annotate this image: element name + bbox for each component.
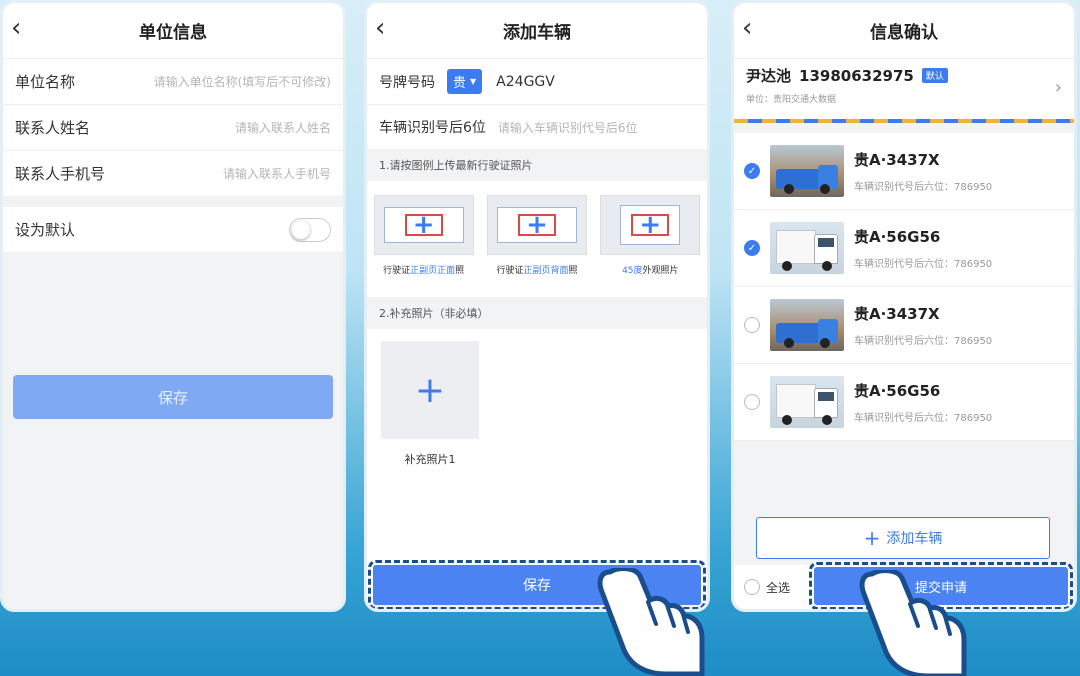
chevron-down-icon: ▼ xyxy=(470,77,477,86)
plate-input[interactable]: A24GGV xyxy=(496,74,555,90)
add-vehicle-screen: ‹ 添加车辆 号牌号码 贵 ▼ A24GGV 车辆识别号后6位 请输入车辆识别代… xyxy=(364,0,710,612)
unit-info-screen: ‹ 单位信息 单位名称 请输入单位名称(填写后不可修改) 联系人姓名 请输入联系… xyxy=(0,0,346,612)
license-section-title: 1.请按图例上传最新行驶证照片 xyxy=(367,149,707,181)
address-stripe xyxy=(734,119,1074,123)
extra-photo-area: + 补充照片1 xyxy=(367,329,707,603)
vehicle-vin: 车辆识别代号后六位：786950 xyxy=(854,182,993,193)
truck-thumbnail xyxy=(770,222,844,274)
vehicle-item[interactable]: 贵A·3437X 车辆识别代号后六位：786950 xyxy=(734,287,1074,364)
truck-thumbnail xyxy=(770,299,844,351)
unit-name-input[interactable]: 请输入单位名称(填写后不可修改) xyxy=(154,73,331,90)
vin-input[interactable]: 请输入车辆识别代号后6位 xyxy=(498,119,638,136)
save-button[interactable]: 保存 xyxy=(13,375,333,419)
upload-license-back[interactable]: + 行驶证正副页背面照 xyxy=(486,195,587,297)
back-icon[interactable]: ‹ xyxy=(11,13,21,43)
vehicle-checkbox[interactable] xyxy=(744,317,760,333)
back-icon[interactable]: ‹ xyxy=(375,13,385,43)
info-confirm-screen: ‹ 信息确认 尹达池 13980632975 默认 单位：贵阳交通大数据 › ✓… xyxy=(731,0,1077,612)
vehicle-checkbox[interactable]: ✓ xyxy=(744,240,760,256)
plus-icon: + xyxy=(414,369,446,411)
vin-label: 车辆识别号后6位 xyxy=(379,120,486,136)
vehicle-plate: 贵A·3437X xyxy=(854,305,940,323)
upload-license-front[interactable]: + 行驶证正副页正面照 xyxy=(373,195,474,297)
default-label: 设为默认 xyxy=(15,221,76,239)
add-vehicle-header: ‹ 添加车辆 xyxy=(367,3,707,59)
add-extra-photo-button[interactable]: + xyxy=(381,341,479,439)
vehicle-plate: 贵A·56G56 xyxy=(854,228,941,246)
user-name: 尹达池 xyxy=(746,67,792,85)
user-unit: 单位：贵阳交通大数据 xyxy=(746,95,837,105)
default-setting-row: 设为默认 xyxy=(3,207,343,253)
province-value: 贵 xyxy=(453,76,467,91)
vehicle-item[interactable]: 贵A·56G56 车辆识别代号后六位：786950 xyxy=(734,364,1074,441)
license-upload-area: + 行驶证正副页正面照 + 行驶证正副页背面照 + 45度外观照片 xyxy=(367,181,707,297)
add-vehicle-button[interactable]: + 添加车辆 xyxy=(756,517,1050,559)
contact-phone-field[interactable]: 联系人手机号 请输入联系人手机号 xyxy=(3,151,343,197)
vehicle-plate: 贵A·56G56 xyxy=(854,382,941,400)
add-vehicle-label: 添加车辆 xyxy=(886,531,943,547)
truck-thumbnail xyxy=(770,145,844,197)
tap-hand-icon xyxy=(859,570,967,676)
plus-icon: + xyxy=(526,210,548,240)
province-select[interactable]: 贵 ▼ xyxy=(447,69,483,94)
page-title: 信息确认 xyxy=(870,23,938,43)
contact-name-field[interactable]: 联系人姓名 请输入联系人姓名 xyxy=(3,105,343,151)
vin-field: 车辆识别号后6位 请输入车辆识别代号后6位 xyxy=(367,105,707,149)
select-all-checkbox[interactable] xyxy=(744,579,760,595)
plate-label: 号牌号码 xyxy=(379,74,435,91)
plate-number-field: 号牌号码 贵 ▼ A24GGV xyxy=(367,59,707,105)
contact-phone-input[interactable]: 请输入联系人手机号 xyxy=(223,165,331,182)
default-toggle[interactable] xyxy=(289,217,331,242)
vehicle-item[interactable]: ✓ 贵A·3437X 车辆识别代号后六位：786950 xyxy=(734,133,1074,210)
tap-hand-icon xyxy=(597,568,705,676)
license-back-image: + xyxy=(486,195,587,255)
chevron-right-icon: › xyxy=(1054,77,1062,98)
upload-vehicle-photo[interactable]: + 45度外观照片 xyxy=(600,195,701,297)
unit-name-field[interactable]: 单位名称 请输入单位名称(填写后不可修改) xyxy=(3,59,343,105)
upload-caption: 行驶证正副页正面照 xyxy=(383,266,465,276)
vehicle-plate: 贵A·3437X xyxy=(854,151,940,169)
vehicle-list: ✓ 贵A·3437X 车辆识别代号后六位：786950 ✓ 贵A·56G56 车… xyxy=(734,133,1074,441)
info-confirm-header: ‹ 信息确认 xyxy=(734,3,1074,59)
plus-icon: + xyxy=(412,210,435,240)
select-all-label: 全选 xyxy=(766,580,791,595)
vehicle-vin: 车辆识别代号后六位：786950 xyxy=(854,336,993,347)
plus-icon: + xyxy=(639,210,662,240)
plus-icon: + xyxy=(863,526,881,550)
unit-info-header: ‹ 单位信息 xyxy=(3,3,343,59)
page-title: 添加车辆 xyxy=(503,23,571,43)
extra-photo-caption: 补充照片1 xyxy=(404,453,456,466)
extra-section-title: 2.补充照片（非必填） xyxy=(367,297,707,329)
vehicle-item[interactable]: ✓ 贵A·56G56 车辆识别代号后六位：786950 xyxy=(734,210,1074,287)
upload-caption: 行驶证正副页背面照 xyxy=(496,266,578,276)
page-title: 单位信息 xyxy=(139,23,207,43)
vehicle-photo-image: + xyxy=(600,195,701,255)
default-badge: 默认 xyxy=(921,68,948,83)
contact-name-input[interactable]: 请输入联系人姓名 xyxy=(235,119,331,136)
truck-thumbnail xyxy=(770,376,844,428)
user-phone: 13980632975 xyxy=(799,66,914,85)
license-front-image: + xyxy=(373,195,474,255)
contact-name-label: 联系人姓名 xyxy=(15,119,91,137)
unit-name-label: 单位名称 xyxy=(15,73,76,91)
back-icon[interactable]: ‹ xyxy=(742,13,752,43)
upload-caption: 45度外观照片 xyxy=(622,266,679,276)
vehicle-checkbox[interactable] xyxy=(744,394,760,410)
vehicle-vin: 车辆识别代号后六位：786950 xyxy=(854,413,993,424)
contact-phone-label: 联系人手机号 xyxy=(15,165,106,183)
user-card[interactable]: 尹达池 13980632975 默认 单位：贵阳交通大数据 › xyxy=(734,59,1074,119)
vehicle-checkbox[interactable]: ✓ xyxy=(744,163,760,179)
vehicle-vin: 车辆识别代号后六位：786950 xyxy=(854,259,993,270)
